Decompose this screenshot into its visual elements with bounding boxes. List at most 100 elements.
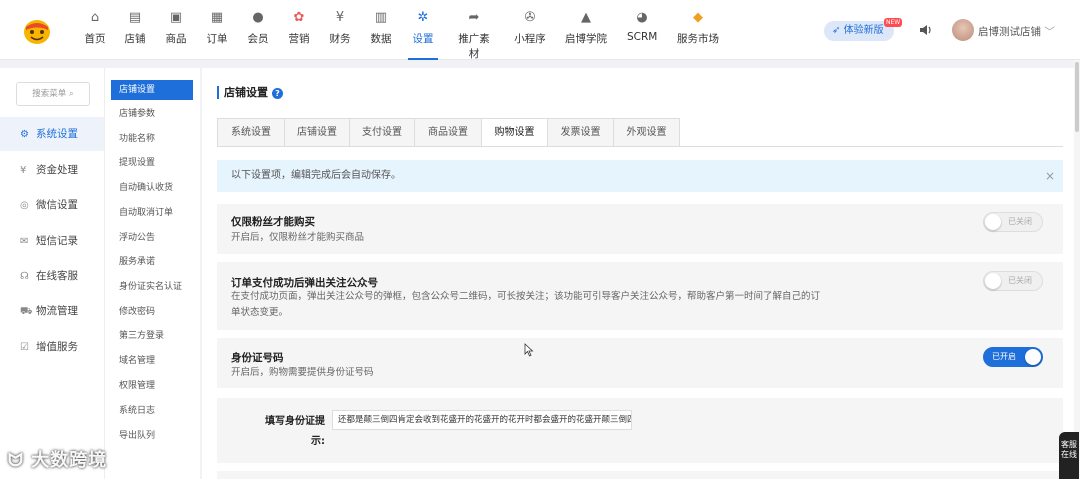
sidebar-item-system-settings[interactable]: ⚙ 系统设置	[0, 117, 104, 151]
academy-icon: ▲	[581, 10, 591, 25]
nav-marketing[interactable]: ✿ 营销	[288, 10, 310, 54]
app-logo-icon[interactable]	[22, 17, 52, 45]
nav-store[interactable]: ▤ 店铺	[124, 10, 146, 54]
market-icon: ◆	[693, 10, 703, 25]
sidebar-item-sms[interactable]: ✉ 短信记录	[0, 224, 104, 258]
sidebar-item-online-service[interactable]: ☊ 在线客服	[0, 259, 104, 293]
tab-store-settings[interactable]: 店铺设置	[284, 118, 350, 147]
headset-icon: ☊	[20, 271, 29, 282]
online-service-button[interactable]: 客服在线	[1059, 432, 1079, 479]
sidebar-item-wechat[interactable]: ◎ 微信设置	[0, 188, 104, 222]
setting-title: 身份证号码	[231, 352, 284, 364]
nav-service-market[interactable]: ◆ 服务市场	[677, 10, 719, 54]
speaker-icon[interactable]	[919, 23, 933, 37]
nav-member[interactable]: ● 会员	[247, 10, 269, 54]
share-icon: ➦	[468, 10, 480, 25]
nav-promo-material[interactable]: ➦ 推广素材	[454, 10, 494, 60]
nav-scrm[interactable]: ◕ SCRM	[627, 10, 657, 54]
sidebar-item-label: 物流管理	[36, 305, 78, 317]
fans-only-toggle[interactable]: 已关闭	[983, 212, 1043, 232]
finance-icon: ¥	[335, 10, 345, 25]
chart-icon: ☑	[20, 342, 29, 353]
sidebar-item-logistics[interactable]: ⛟ 物流管理	[0, 294, 104, 328]
tab-appearance-settings[interactable]: 外观设置	[613, 118, 680, 147]
nav-finance[interactable]: ¥ 财务	[329, 10, 351, 54]
nav-miniprogram[interactable]: ✇ 小程序	[514, 10, 546, 54]
tab-product-settings[interactable]: 商品设置	[414, 118, 482, 147]
order-icon: ▦	[210, 10, 224, 25]
wechat-icon: ◎	[20, 200, 29, 211]
nav-promo-material-label: 推广素材	[458, 33, 490, 60]
subnav-item[interactable]: 店铺参数	[111, 104, 193, 124]
scrm-icon: ◕	[636, 10, 648, 25]
close-icon[interactable]: ×	[1045, 160, 1055, 192]
sidebar-item-label: 增值服务	[36, 341, 78, 353]
rocket-icon: ➶	[832, 25, 841, 36]
chevron-down-icon: ﹀	[1044, 26, 1055, 38]
help-icon[interactable]: ?	[272, 88, 283, 99]
sidebar-item-funds[interactable]: ¥ 资金处理	[0, 153, 104, 187]
sidebar-item-label: 短信记录	[36, 235, 78, 247]
nav-service-market-label: 服务市场	[677, 33, 719, 45]
sidebar-item-label: 微信设置	[36, 199, 78, 211]
primary-sidebar: 搜索菜单 ⌕ ⚙ 系统设置 ¥ 资金处理 ◎ 微信设置 ✉ 短信记录 ☊ 在线客服 ⛟ 物流…	[0, 68, 104, 479]
nav-academy-label: 启博学院	[565, 33, 607, 45]
subnav-item[interactable]: 自动确认收货	[111, 178, 193, 198]
subnav-item[interactable]: 服务承诺	[111, 252, 193, 272]
mouse-cursor-icon	[524, 343, 534, 357]
subnav-item[interactable]: 域名管理	[111, 351, 193, 371]
setting-desc: 在支付成功页面，弹出关注公众号的弹框，包含公众号二维码，可长按关注；该功能可引导…	[231, 291, 821, 318]
sidebar-item-value-added[interactable]: ☑ 增值服务	[0, 330, 104, 364]
toggle-state: 已关闭	[1008, 276, 1032, 285]
id-number-toggle[interactable]: 已开启	[983, 347, 1043, 367]
subnav-item[interactable]: 提现设置	[111, 153, 193, 173]
avatar[interactable]	[952, 19, 974, 41]
subnav-item[interactable]: 身份证实名认证	[111, 277, 193, 297]
miniprogram-icon: ✇	[524, 10, 536, 25]
tab-shopping-settings[interactable]: 购物设置	[481, 118, 548, 147]
subnav-item[interactable]: 权限管理	[111, 376, 193, 396]
nav-finance-label: 财务	[329, 33, 351, 45]
id-prompt-label: 填写身份证提示:	[265, 416, 325, 447]
id-prompt-row: 填写身份证提示: 还都是颠三倒四肯定会收到花盛开的花盛开的花开时都会盛开的花盛开…	[217, 398, 1063, 463]
nav-settings[interactable]: ✲ 设置	[408, 10, 438, 60]
tab-payment-settings[interactable]: 支付设置	[349, 118, 415, 147]
id-prompt-input[interactable]: 还都是颠三倒四肯定会收到花盛开的花盛开的花开时都会盛开的花盛开颠三倒四	[332, 410, 632, 430]
subnav-item[interactable]: 功能名称	[111, 129, 193, 149]
subnav-item[interactable]: 系统日志	[111, 401, 193, 421]
follow-after-pay-toggle[interactable]: 已关闭	[983, 271, 1043, 291]
menu-search-input[interactable]: 搜索菜单 ⌕	[16, 82, 90, 106]
subnav-item[interactable]: 修改密码	[111, 302, 193, 322]
page-title-text: 店铺设置	[224, 86, 268, 99]
tab-divider	[217, 146, 1063, 147]
subnav-item[interactable]: 第三方登录	[111, 326, 193, 346]
setting-id-number: 身份证号码 开启后，购物需要提供身份证号码 已开启	[217, 338, 1063, 388]
nav-home[interactable]: ⌂ 首页	[84, 10, 106, 54]
secondary-sidebar: 店铺设置 店铺参数 功能名称 提现设置 自动确认收货 自动取消订单 浮动公告 服…	[104, 68, 200, 479]
setting-desc: 开启后，购物需要提供身份证号码	[231, 367, 374, 378]
setting-title: 仅限粉丝才能购买	[231, 216, 315, 228]
marketing-icon: ✿	[293, 10, 305, 25]
nav-order[interactable]: ▦ 订单	[206, 10, 228, 54]
home-icon: ⌂	[90, 10, 100, 25]
tab-invoice-settings[interactable]: 发票设置	[547, 118, 614, 147]
nav-product[interactable]: ▣ 商品	[165, 10, 187, 54]
main-content: 店铺设置? 系统设置 店铺设置 支付设置 商品设置 购物设置 发票设置 外观设置…	[202, 68, 1074, 479]
toggle-state: 已开启	[992, 352, 1016, 361]
scrollbar-thumb[interactable]	[1075, 62, 1079, 132]
subnav-item[interactable]: 自动取消订单	[111, 203, 193, 223]
subnav-item[interactable]: 导出队列	[111, 426, 193, 446]
subnav-item[interactable]: 浮动公告	[111, 228, 193, 248]
top-navigation-bar: ⌂ 首页 ▤ 店铺 ▣ 商品 ▦ 订单 ● 会员 ✿ 营销 ¥ 财务 ▥ 数据 …	[0, 0, 1080, 60]
setting-follow-after-pay: 订单支付成功后弹出关注公众号 在支付成功页面，弹出关注公众号的弹框，包含公众号二…	[217, 262, 1063, 330]
tab-system-settings[interactable]: 系统设置	[217, 118, 285, 147]
nav-data[interactable]: ▥ 数据	[370, 10, 392, 54]
data-icon: ▥	[374, 10, 388, 25]
product-icon: ▣	[169, 10, 183, 25]
toggle-state: 已关闭	[1008, 217, 1032, 226]
menu-search-placeholder: 搜索菜单	[32, 89, 67, 99]
store-switcher[interactable]: 启博测试店铺 ﹀	[978, 24, 1055, 39]
nav-academy[interactable]: ▲ 启博学院	[565, 10, 607, 54]
subnav-item[interactable]: 店铺设置	[111, 80, 193, 100]
nav-scrm-label: SCRM	[627, 31, 658, 43]
